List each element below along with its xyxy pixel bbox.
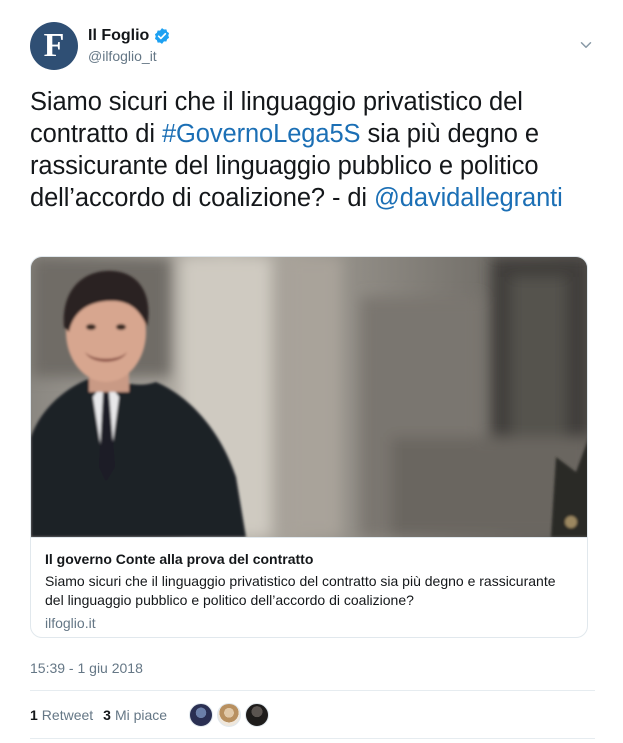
tweet-stats: 1 Retweet 3 Mi piace — [30, 700, 273, 730]
chevron-down-icon[interactable] — [577, 36, 595, 54]
author-info[interactable]: Il Foglio @ilfoglio_it — [88, 27, 171, 64]
tweet: F Il Foglio @ilfoglio_it Siamo sicuri ch… — [0, 0, 623, 743]
avatar-letter: F — [43, 27, 65, 64]
retweet-stat[interactable]: 1 Retweet — [30, 707, 93, 723]
retweet-label: Retweet — [41, 707, 94, 723]
verified-badge-icon — [155, 28, 170, 44]
hashtag-link[interactable]: #GovernoLega5S — [162, 120, 361, 148]
like-count: 3 — [103, 707, 111, 723]
liker-avatar[interactable] — [217, 703, 242, 727]
link-card[interactable]: Il governo Conte alla prova del contratt… — [30, 256, 588, 638]
card-title[interactable]: Il governo Conte alla prova del contratt… — [45, 550, 575, 569]
handle[interactable]: @ilfoglio_it — [88, 48, 171, 64]
card-image[interactable] — [31, 257, 587, 537]
retweet-count: 1 — [30, 707, 38, 723]
mention-link[interactable]: @davidallegranti — [374, 184, 563, 212]
card-domain: ilfoglio.it — [45, 615, 96, 631]
liker-avatar[interactable] — [245, 703, 270, 727]
liker-avatar[interactable] — [189, 703, 214, 727]
tweet-header: F Il Foglio @ilfoglio_it — [30, 22, 595, 74]
card-photo — [31, 257, 587, 537]
tweet-timestamp[interactable]: 15:39 - 1 giu 2018 — [30, 660, 143, 676]
tweet-text: Siamo sicuri che il linguaggio privatist… — [30, 86, 600, 214]
card-body[interactable]: Il governo Conte alla prova del contratt… — [31, 537, 587, 637]
name-row: Il Foglio — [88, 27, 171, 45]
divider — [30, 738, 595, 739]
like-stat[interactable]: 3 Mi piace — [103, 707, 167, 723]
liker-avatars — [189, 703, 273, 727]
like-label: Mi piace — [114, 707, 168, 723]
card-description: Siamo sicuri che il linguaggio privatist… — [45, 573, 556, 608]
divider — [30, 690, 595, 691]
avatar[interactable]: F — [30, 22, 78, 70]
display-name[interactable]: Il Foglio — [88, 27, 149, 45]
